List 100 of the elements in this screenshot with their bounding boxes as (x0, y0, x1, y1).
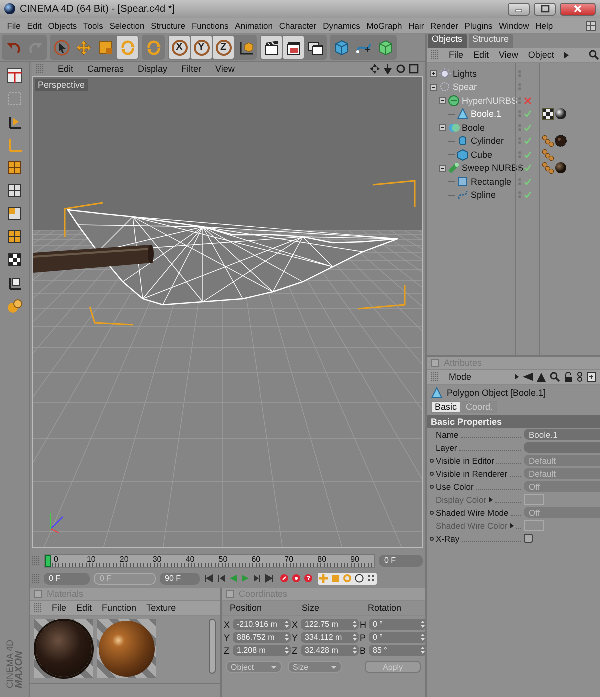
axis-toggle-button[interactable]: Y (191, 36, 212, 59)
coordinate-field[interactable]: 886.752 m (233, 632, 291, 643)
menu-item[interactable]: Object (528, 50, 554, 60)
menu-item[interactable]: Window (496, 20, 532, 30)
menu-item[interactable]: Display (138, 64, 168, 74)
object-name[interactable]: Cylinder (471, 136, 504, 146)
grip-handle[interactable] (36, 64, 44, 74)
menu-item[interactable]: View (499, 50, 518, 60)
axis-toggle-button[interactable]: X (169, 36, 190, 59)
expand-toggle[interactable] (439, 97, 446, 104)
panel-checkbox[interactable] (431, 359, 439, 367)
expand-toggle[interactable] (430, 70, 437, 78)
autokey-button[interactable] (291, 572, 302, 584)
checkbox[interactable] (524, 534, 533, 544)
expand-toggle[interactable] (439, 164, 446, 172)
menu-item[interactable]: Dynamics (320, 20, 364, 30)
grip-handle[interactable] (431, 372, 439, 382)
menu-item[interactable]: Animation (232, 20, 276, 30)
menu-item[interactable]: Edit (58, 64, 74, 74)
current-frame-field[interactable]: 0 F (379, 554, 423, 566)
menu-item[interactable]: Help (532, 20, 556, 30)
expand-toggle[interactable] (430, 84, 437, 91)
checker-texture-tag-icon[interactable] (542, 108, 554, 120)
menu-item[interactable]: Functions (188, 20, 232, 30)
mode-menu[interactable]: Mode (449, 372, 472, 382)
first-frame-button[interactable] (204, 572, 215, 584)
balls-tag-icon[interactable] (542, 162, 554, 174)
coordinate-field[interactable]: 0 ° (369, 619, 427, 630)
object-name[interactable]: Cube (471, 150, 493, 160)
menu-item[interactable]: Edit (24, 20, 46, 30)
close-button[interactable] (560, 2, 596, 16)
axis-toggle-button[interactable]: Z (213, 36, 234, 59)
coordinate-field[interactable]: 122.75 m (301, 619, 359, 630)
menu-item[interactable]: Edit (474, 50, 490, 60)
check-icon[interactable] (524, 137, 532, 146)
menu-item[interactable]: File (449, 50, 464, 60)
keyframe-selection-button[interactable] (303, 572, 314, 584)
scale-key-button[interactable] (330, 572, 341, 584)
coordinate-field[interactable]: 334.112 m (301, 632, 359, 643)
object-name[interactable]: Boole.1 (471, 109, 502, 120)
check-icon[interactable] (524, 191, 532, 200)
menu-item[interactable]: Edit (76, 603, 92, 613)
object-name[interactable]: Spline (471, 190, 496, 200)
shaded-sphere-tag-icon[interactable] (555, 162, 567, 174)
expand-toggle[interactable] (439, 124, 446, 132)
coordinate-field[interactable]: -210.916 m (233, 619, 291, 630)
position-key-button[interactable] (318, 572, 329, 584)
menu-item[interactable]: Hair (405, 20, 428, 30)
end-frame-field[interactable]: 90 F (160, 572, 200, 584)
material-swatch[interactable] (34, 619, 93, 678)
panel-tab[interactable]: Structure (468, 34, 514, 48)
menu-item[interactable]: Function (102, 603, 137, 613)
render-picture-button[interactable] (283, 36, 304, 59)
menu-item[interactable]: File (52, 603, 67, 613)
timeline-ruler[interactable]: 0 10 20 30 40 50 60 70 80 90 (44, 554, 376, 568)
menu-item[interactable]: Plugins (462, 20, 496, 30)
coordinate-field[interactable]: 85 ° (369, 645, 427, 656)
color-swatch[interactable] (524, 520, 544, 532)
check-icon[interactable] (524, 164, 532, 172)
animation-dot-icon[interactable] (430, 472, 434, 476)
check-icon[interactable] (524, 150, 532, 159)
balls-tag-icon[interactable] (542, 148, 554, 161)
panel-tab[interactable]: Objects (428, 34, 467, 48)
animation-dot-icon[interactable] (430, 458, 434, 463)
check-icon[interactable] (524, 110, 532, 118)
object-name[interactable]: Rectangle (471, 176, 512, 187)
menu-item[interactable]: Texture (146, 603, 176, 613)
balls-tag-icon[interactable] (542, 135, 554, 148)
parameter-key-button[interactable] (354, 572, 365, 584)
grip-handle[interactable] (431, 50, 439, 60)
viewport-canvas[interactable]: Perspective (32, 76, 423, 548)
panel-checkbox[interactable] (34, 590, 42, 598)
menu-item[interactable]: Objects (45, 20, 80, 30)
rough-sphere-tag-icon[interactable] (555, 135, 567, 148)
next-key-button[interactable] (252, 572, 263, 584)
object-name[interactable]: Boole (462, 122, 486, 133)
text-field[interactable] (524, 442, 600, 454)
menu-item[interactable]: Structure (148, 20, 189, 30)
animation-dot-icon[interactable] (430, 510, 434, 515)
menu-item[interactable]: Tools (80, 20, 107, 30)
menu-item[interactable]: Cameras (88, 64, 124, 74)
coordinate-field[interactable]: 1.208 m (233, 645, 291, 656)
color-swatch[interactable] (524, 494, 544, 506)
check-icon[interactable] (524, 124, 532, 132)
menu-item[interactable]: Filter (182, 64, 202, 74)
sphere-tag-icon[interactable] (555, 108, 567, 120)
playhead-handle[interactable] (45, 554, 51, 566)
maximize-button[interactable] (534, 2, 556, 16)
menu-item[interactable]: Render (427, 20, 462, 30)
menu-item[interactable]: Character (276, 20, 320, 30)
material-swatch[interactable] (97, 619, 156, 678)
coordinate-field[interactable]: 0 ° (369, 632, 427, 643)
object-name[interactable]: Lights (453, 68, 478, 79)
menu-item[interactable]: View (216, 64, 235, 74)
animation-dot-icon[interactable] (430, 484, 434, 489)
coordinate-field[interactable]: 32.428 m (301, 645, 359, 656)
grip-handle[interactable] (34, 603, 42, 613)
record-button[interactable] (279, 572, 290, 584)
attribute-tab[interactable]: Basic (431, 401, 462, 413)
menu-item[interactable]: Selection (106, 20, 148, 30)
